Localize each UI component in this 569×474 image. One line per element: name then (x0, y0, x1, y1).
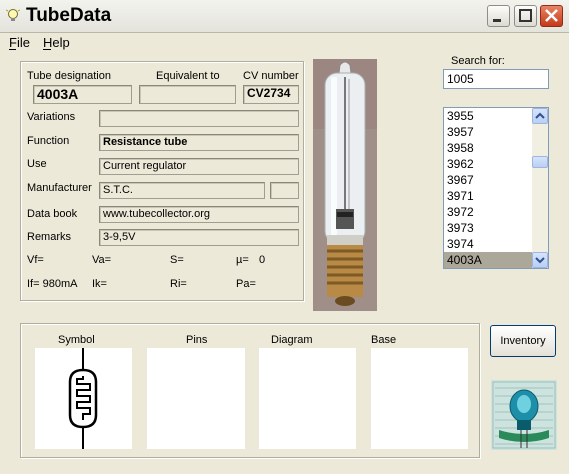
tube-listbox[interactable]: 3955 3957 3958 3962 3967 3971 3972 3973 … (443, 107, 549, 269)
remarks-field[interactable]: 3-9,5V (99, 229, 299, 246)
chevron-up-icon (535, 112, 545, 119)
pins-label: Pins (186, 334, 208, 346)
tube-photo (313, 59, 377, 311)
param-s: S= (170, 254, 184, 266)
tube-designation-label: Tube designation (27, 70, 111, 82)
use-field[interactable]: Current regulator (99, 158, 299, 175)
cv-number-label: CV number (243, 70, 299, 82)
menu-help[interactable]: Help (43, 35, 70, 50)
remarks-label: Remarks (27, 231, 72, 243)
symbol-panel (35, 348, 132, 449)
function-label: Function (27, 135, 70, 147)
close-icon (545, 9, 558, 22)
equivalent-label: Equivalent to (156, 70, 220, 82)
minimize-icon (493, 19, 501, 22)
pins-panel (147, 348, 245, 449)
search-label: Search for: (451, 55, 505, 67)
list-item[interactable]: 3967 (444, 172, 532, 188)
inventory-button[interactable]: Inventory (490, 325, 556, 357)
tube-logo (491, 380, 557, 450)
close-button[interactable] (540, 5, 563, 27)
scroll-thumb[interactable] (532, 156, 548, 168)
use-label: Use (27, 158, 47, 170)
search-input[interactable]: 1005 (443, 69, 549, 89)
param-if: If= 980mA (27, 278, 78, 290)
list-item[interactable]: 3972 (444, 204, 532, 220)
equivalent-field[interactable] (139, 85, 236, 104)
param-ri: Ri= (170, 278, 187, 290)
diagram-label: Diagram (271, 334, 313, 346)
base-label: Base (371, 334, 397, 346)
function-field[interactable]: Resistance tube (99, 134, 299, 151)
diagram-panel (259, 348, 356, 449)
param-mu: µ= (236, 254, 249, 266)
tube-list[interactable]: 3955 3957 3958 3962 3967 3971 3972 3973 … (444, 108, 532, 268)
list-item[interactable]: 3957 (444, 124, 532, 140)
param-vf: Vf= (27, 254, 44, 266)
param-ik: Ik= (92, 278, 107, 290)
help-mnemonic-underline (43, 49, 51, 50)
chevron-down-icon (535, 257, 545, 264)
list-item[interactable]: 3955 (444, 108, 532, 124)
window-title: TubeData (26, 5, 112, 26)
list-item[interactable]: 3974 (444, 236, 532, 252)
list-scrollbar[interactable] (532, 108, 548, 268)
minimize-button[interactable] (487, 5, 510, 27)
list-item[interactable]: 3958 (444, 140, 532, 156)
list-item-selected[interactable]: 4003A (444, 252, 532, 268)
tube-designation-field[interactable]: 4003A (33, 85, 132, 104)
manufacturer-label: Manufacturer (27, 182, 92, 194)
resistance-tube-symbol (68, 348, 98, 449)
file-mnemonic-underline (9, 49, 16, 50)
scroll-up-button[interactable] (532, 108, 548, 124)
scroll-down-button[interactable] (532, 252, 548, 268)
param-pa: Pa= (236, 278, 256, 290)
param-va: Va= (92, 254, 112, 266)
list-item[interactable]: 3973 (444, 220, 532, 236)
cv-number-field[interactable]: CV2734 (243, 85, 299, 104)
manufacturer-field[interactable]: S.T.C. (99, 182, 265, 199)
variations-label: Variations (27, 111, 76, 123)
maximize-icon (519, 9, 532, 22)
base-panel (371, 348, 468, 449)
maximize-button[interactable] (514, 5, 537, 27)
manufacturer-code-field[interactable] (270, 182, 299, 199)
param-mu-value: 0 (259, 254, 266, 266)
databook-field[interactable]: www.tubecollector.org (99, 206, 299, 223)
variations-field[interactable] (99, 110, 299, 127)
menu-bar: File Help (0, 33, 569, 53)
list-item[interactable]: 3971 (444, 188, 532, 204)
databook-label: Data book (27, 208, 78, 220)
symbol-label: Symbol (58, 334, 95, 346)
menu-file[interactable]: File (9, 35, 30, 50)
list-item[interactable]: 3962 (444, 156, 532, 172)
lightbulb-icon (6, 9, 20, 21)
